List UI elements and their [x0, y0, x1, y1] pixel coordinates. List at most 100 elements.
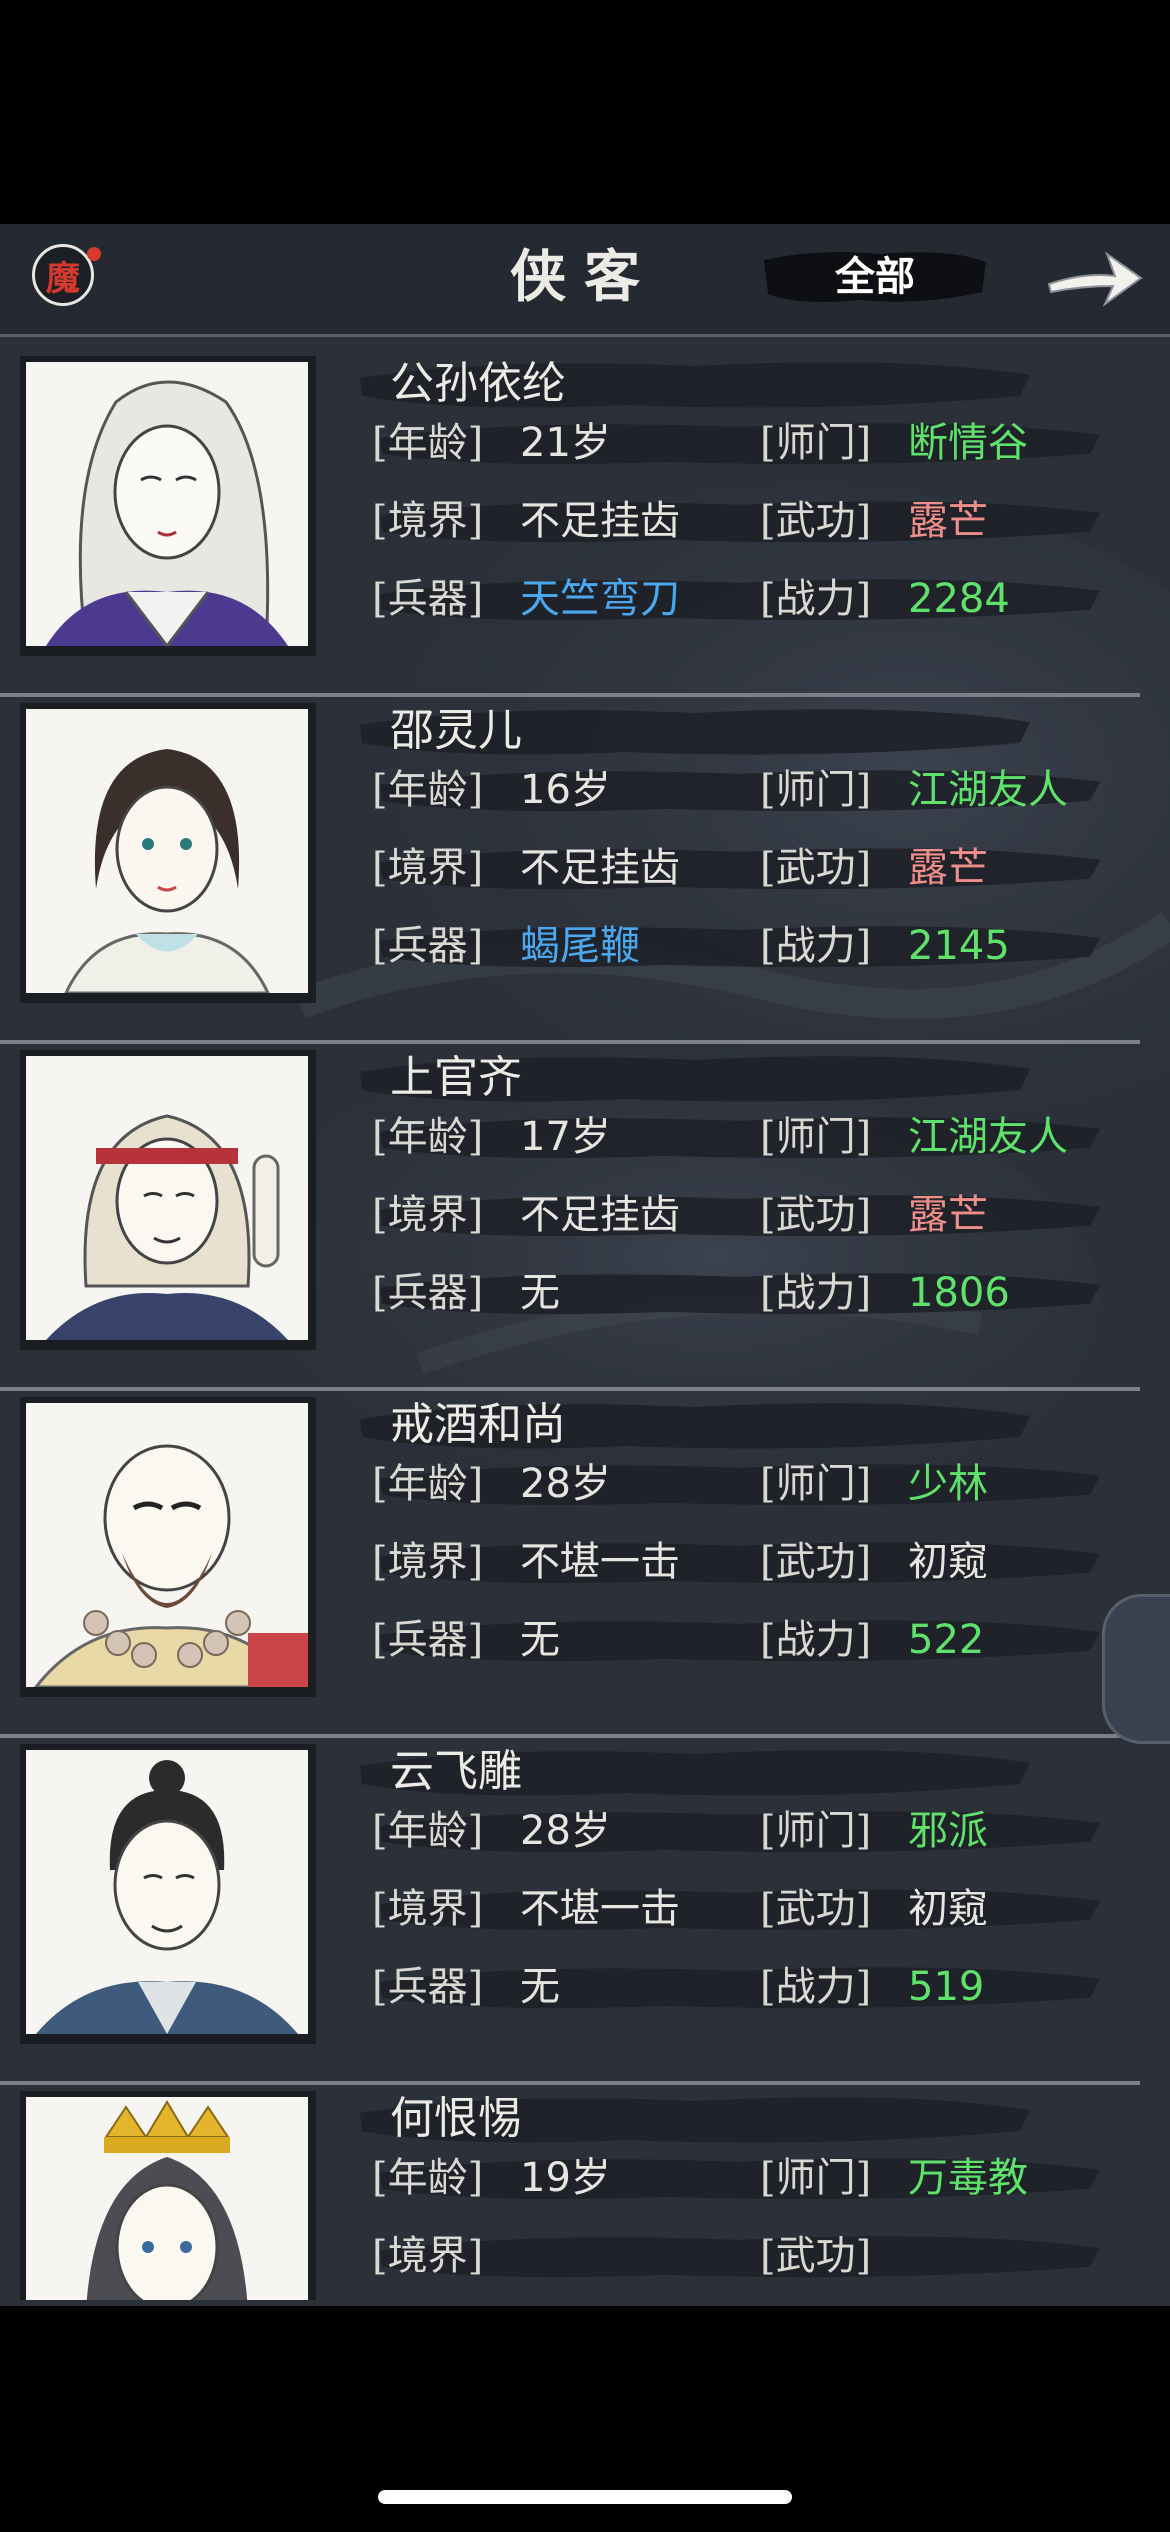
stat-label-kungfu: [武功] [760, 845, 872, 891]
stat-value-age: 28岁 [520, 1461, 611, 1507]
hero-card[interactable]: 上官齐 [年龄] 17岁 [师门] 江湖友人 [境界] 不足挂齿 [武功] 露芒… [0, 1044, 1140, 1391]
stat-row: [兵器] 无 [战力] 1806 [370, 1262, 1140, 1324]
stat-row: [境界] 不足挂齿 [武功] 露芒 [370, 1184, 1140, 1246]
stat-label-sect: [师门] [760, 1808, 872, 1854]
stat-label-age: [年龄] [372, 1808, 484, 1854]
hero-card[interactable]: 云飞雕 [年龄] 28岁 [师门] 邪派 [境界] 不堪一击 [武功] 初窥 [… [0, 1738, 1140, 2085]
stat-value-age: 16岁 [520, 767, 611, 813]
stat-value-weapon: 无 [520, 1270, 560, 1316]
stat-value-sect: 江湖友人 [908, 767, 1068, 813]
hero-name: 公孙依纶 [390, 358, 566, 409]
stat-label-realm: [境界] [372, 845, 484, 891]
stat-value-realm: 不足挂齿 [520, 845, 680, 891]
stat-value-sect: 万毒教 [908, 2155, 1028, 2201]
top-bar: 魔 侠客 全部 [0, 224, 1170, 337]
stat-row: [兵器] 天竺弯刀 [战力] 2284 [370, 568, 1140, 630]
stat-label-weapon: [兵器] [372, 923, 484, 969]
stat-row: [年龄] 28岁 [师门] 少林 [370, 1453, 1140, 1515]
side-drawer-icon[interactable] [1102, 1594, 1170, 1744]
stat-label-realm: [境界] [372, 1539, 484, 1585]
stat-value-sect: 江湖友人 [908, 1114, 1068, 1160]
stat-label-weapon: [兵器] [372, 1270, 484, 1316]
hero-card[interactable]: 邵灵儿 [年龄] 16岁 [师门] 江湖友人 [境界] 不足挂齿 [武功] 露芒… [0, 697, 1140, 1044]
hero-portrait [26, 1056, 308, 1340]
portrait-frame[interactable] [20, 1397, 316, 1697]
stat-value-power: 2284 [908, 576, 1010, 622]
stat-value-kungfu: 初窥 [908, 1886, 988, 1932]
hero-list[interactable]: 公孙依纶 [年龄] 21岁 [师门] 断情谷 [境界] 不足挂齿 [武功] 露芒… [0, 350, 1170, 2300]
page-title: 侠客 [510, 244, 658, 310]
stat-label-kungfu: [武功] [760, 2233, 872, 2279]
portrait-frame[interactable] [20, 1050, 316, 1350]
portrait-frame[interactable] [20, 2091, 316, 2300]
portrait-frame[interactable] [20, 356, 316, 656]
stat-label-age: [年龄] [372, 1461, 484, 1507]
stat-row: [境界] 不堪一击 [武功] 初窥 [370, 1878, 1140, 1940]
portrait-frame[interactable] [20, 703, 316, 1003]
stat-row: [兵器] 蝎尾鞭 [战力] 2145 [370, 915, 1140, 977]
stat-label-power: [战力] [760, 923, 872, 969]
stat-label-power: [战力] [760, 1270, 872, 1316]
stat-value-power: 2145 [908, 923, 1010, 969]
portrait-frame[interactable] [20, 1744, 316, 2044]
stat-label-weapon: [兵器] [372, 576, 484, 622]
filter-dropdown[interactable]: 全部 [760, 246, 990, 308]
hero-list-panel: 魔 侠客 全部 公孙依纶 [年龄] 21岁 [师门] 断情谷 [境界] 不足挂齿… [0, 224, 1170, 2306]
stat-value-kungfu: 露芒 [908, 498, 988, 544]
stat-label-realm: [境界] [372, 2233, 484, 2279]
hero-portrait [26, 1750, 308, 2034]
stat-label-realm: [境界] [372, 1886, 484, 1932]
stat-row: [年龄] 21岁 [师门] 断情谷 [370, 412, 1140, 474]
hero-portrait [26, 1403, 308, 1687]
stat-row: [年龄] 16岁 [师门] 江湖友人 [370, 759, 1140, 821]
stat-label-sect: [师门] [760, 1461, 872, 1507]
stat-value-realm: 不堪一击 [520, 1539, 680, 1585]
hero-name: 云飞雕 [390, 1746, 522, 1797]
hero-name: 邵灵儿 [390, 705, 522, 756]
stat-value-kungfu: 露芒 [908, 845, 988, 891]
stat-value-age: 28岁 [520, 1808, 611, 1854]
stat-label-sect: [师门] [760, 2155, 872, 2201]
logo-glyph: 魔 [46, 258, 80, 299]
filter-label: 全部 [835, 253, 915, 300]
stat-value-sect: 邪派 [908, 1808, 988, 1854]
demon-seal-icon[interactable]: 魔 [32, 244, 101, 306]
stat-row: [年龄] 19岁 [师门] 万毒教 [370, 2147, 1140, 2209]
stat-label-kungfu: [武功] [760, 1886, 872, 1932]
stat-value-power: 1806 [908, 1270, 1010, 1316]
stat-value-weapon: 无 [520, 1617, 560, 1663]
stat-row: [境界] 不足挂齿 [武功] 露芒 [370, 837, 1140, 899]
stat-value-weapon: 无 [520, 1964, 560, 2010]
stat-value-kungfu: 初窥 [908, 1539, 988, 1585]
stat-label-sect: [师门] [760, 1114, 872, 1160]
hero-card[interactable]: 戒酒和尚 [年龄] 28岁 [师门] 少林 [境界] 不堪一击 [武功] 初窥 … [0, 1391, 1140, 1738]
stat-label-power: [战力] [760, 1964, 872, 2010]
stat-row: [境界] 不堪一击 [武功] 初窥 [370, 1531, 1140, 1593]
hero-name: 上官齐 [390, 1052, 522, 1103]
hero-card[interactable]: 何恨惕 [年龄] 19岁 [师门] 万毒教 [境界] [武功] [兵器] [战力… [0, 2085, 1140, 2300]
stat-value-realm: 不足挂齿 [520, 498, 680, 544]
stat-label-power: [战力] [760, 1617, 872, 1663]
stat-label-power: [战力] [760, 576, 872, 622]
stat-row: [年龄] 28岁 [师门] 邪派 [370, 1800, 1140, 1862]
stat-value-sect: 少林 [908, 1461, 988, 1507]
home-indicator[interactable] [378, 2490, 792, 2504]
arrow-right-icon[interactable] [1045, 246, 1145, 310]
stat-label-realm: [境界] [372, 498, 484, 544]
stat-value-power: 522 [908, 1617, 985, 1663]
stat-value-age: 21岁 [520, 420, 611, 466]
stat-value-age: 17岁 [520, 1114, 611, 1160]
hero-portrait [26, 2097, 308, 2300]
stat-row: [兵器] 无 [战力] 522 [370, 1609, 1140, 1671]
stat-label-age: [年龄] [372, 2155, 484, 2201]
stat-label-sect: [师门] [760, 420, 872, 466]
stat-label-kungfu: [武功] [760, 1539, 872, 1585]
hero-name: 戒酒和尚 [390, 1399, 566, 1450]
hero-card[interactable]: 公孙依纶 [年龄] 21岁 [师门] 断情谷 [境界] 不足挂齿 [武功] 露芒… [0, 350, 1140, 697]
stat-label-kungfu: [武功] [760, 498, 872, 544]
hero-portrait [26, 709, 308, 993]
logo-dot [87, 247, 101, 261]
stat-label-realm: [境界] [372, 1192, 484, 1238]
hero-name: 何恨惕 [390, 2093, 522, 2144]
stat-value-realm: 不堪一击 [520, 1886, 680, 1932]
